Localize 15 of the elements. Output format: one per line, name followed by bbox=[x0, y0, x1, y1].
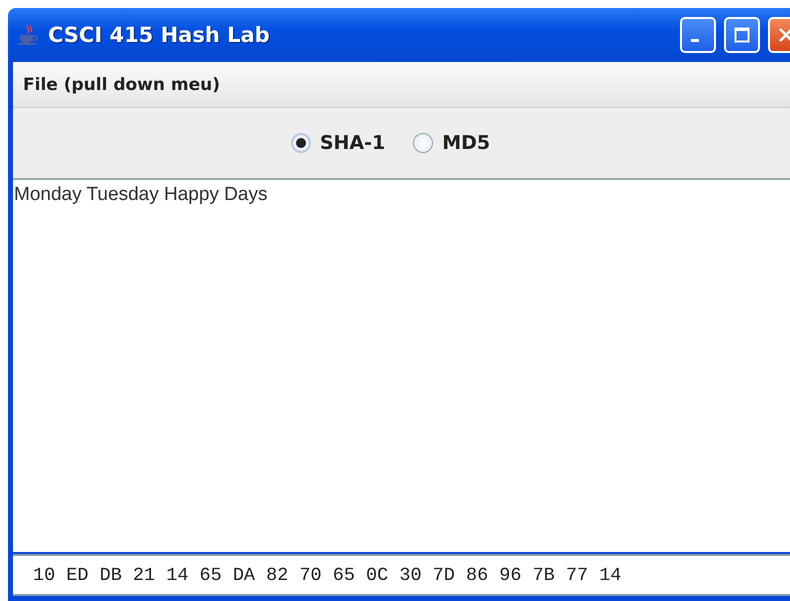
maximize-button[interactable] bbox=[724, 17, 760, 53]
input-text-area[interactable]: Monday Tuesday Happy Days bbox=[13, 180, 790, 552]
coffee-cup-icon bbox=[16, 23, 40, 47]
minimize-button[interactable] bbox=[680, 17, 716, 53]
output-field[interactable]: 10 ED DB 21 14 65 DA 82 70 65 0C 30 7D 86 96 7B 77 14 bbox=[13, 554, 790, 596]
maximize-icon bbox=[734, 27, 750, 43]
minimize-icon bbox=[691, 38, 699, 42]
window-title: CSCI 415 Hash Lab bbox=[48, 23, 270, 47]
radio-icon[interactable] bbox=[413, 133, 434, 153]
file-menu[interactable]: File (pull down meu) bbox=[23, 74, 220, 94]
algorithm-radio[interactable]: MD5 bbox=[413, 132, 490, 154]
input-text: Monday Tuesday Happy Days bbox=[14, 184, 268, 205]
radio-icon[interactable] bbox=[290, 133, 311, 153]
close-icon bbox=[777, 26, 790, 44]
algorithm-radio[interactable]: SHA-1 bbox=[290, 132, 386, 154]
